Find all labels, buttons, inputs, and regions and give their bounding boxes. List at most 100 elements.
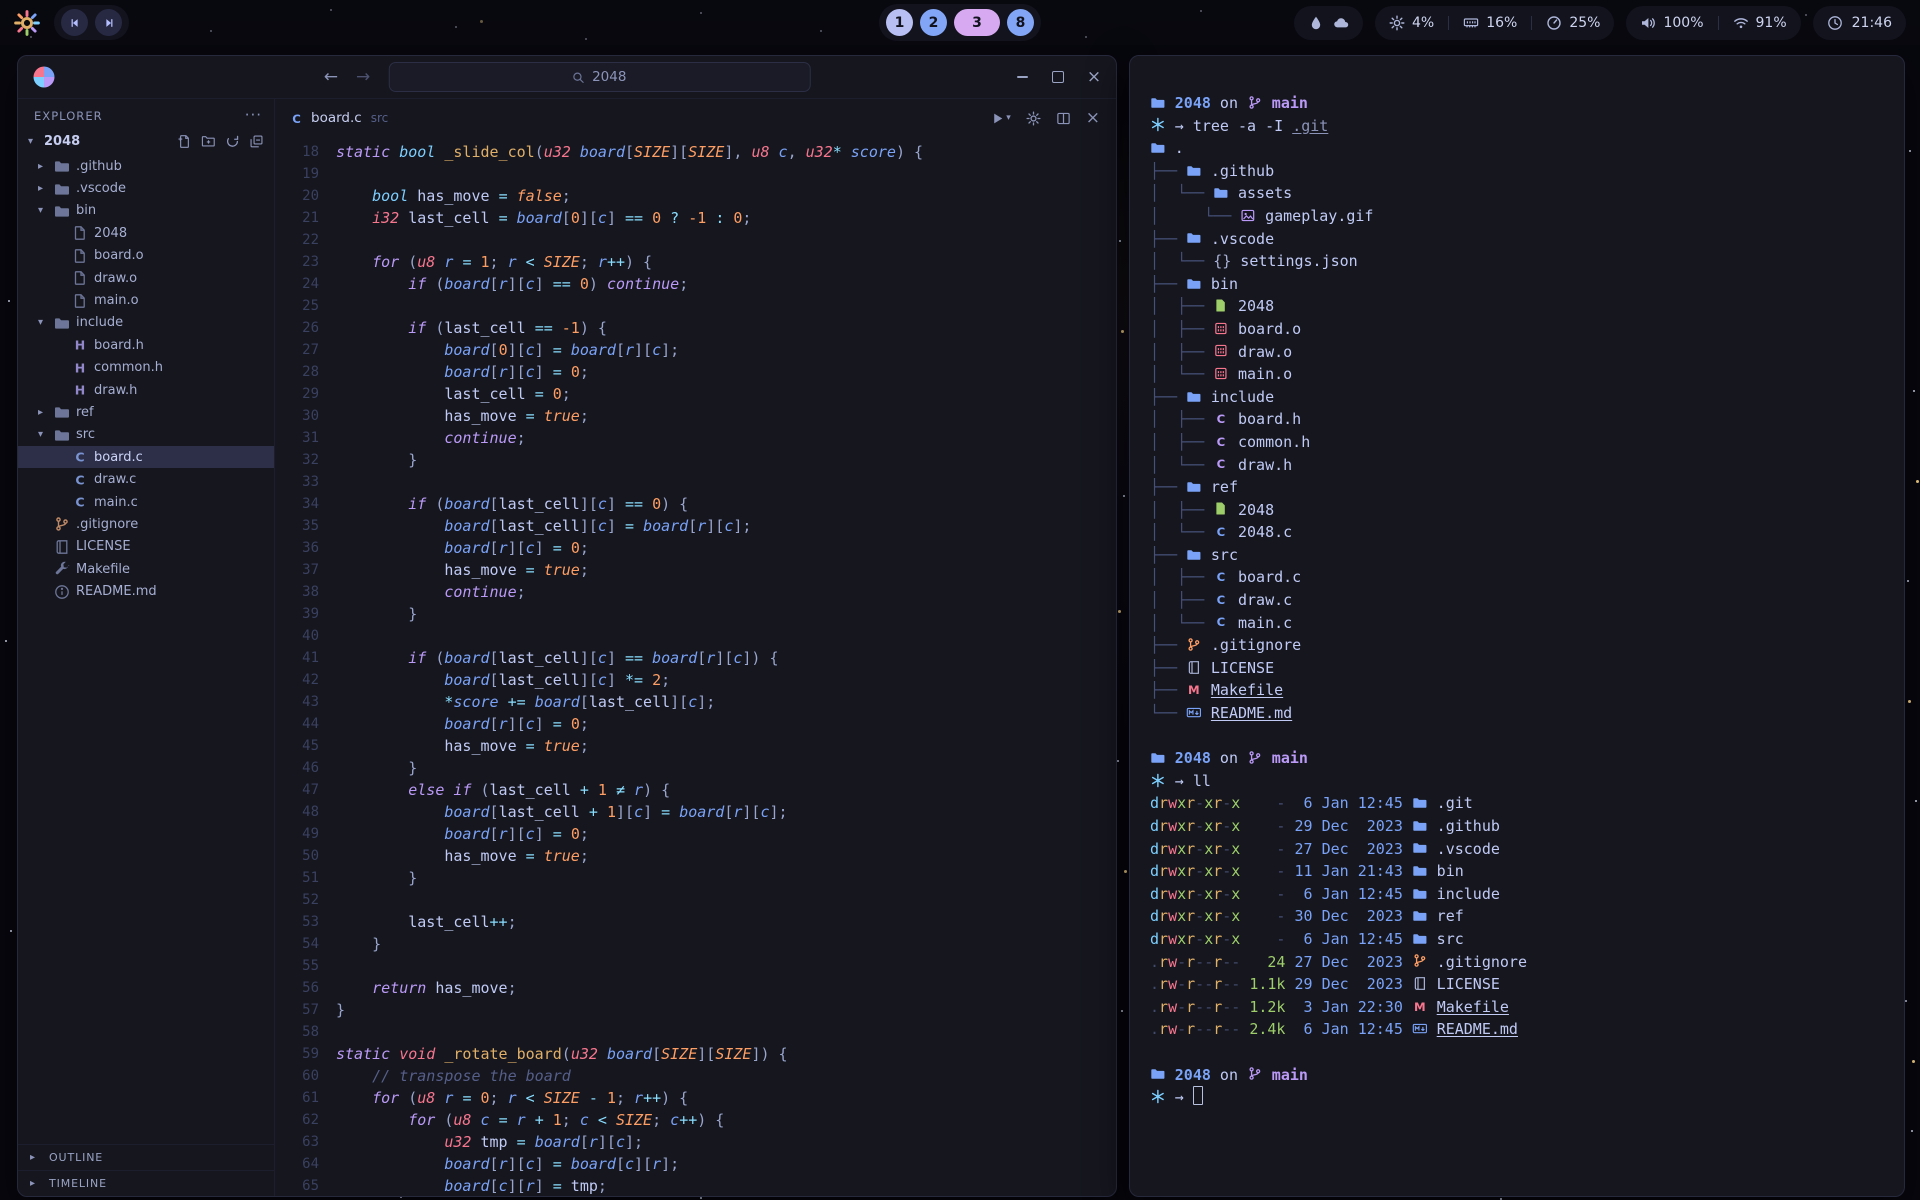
terminal-line xyxy=(1150,725,1888,748)
collapse-folders-button[interactable] xyxy=(249,134,264,149)
command-search-box[interactable]: 2048 xyxy=(388,62,810,92)
vscode-window: ← → 2048 × EXPLORER ··· ▾ xyxy=(17,55,1117,1197)
svg-text:C: C xyxy=(292,111,301,125)
workspace-8[interactable]: 8 xyxy=(1007,9,1034,36)
workspace-3[interactable]: 3 xyxy=(954,9,1000,36)
code-text: board[c][r] = tmp; xyxy=(336,1175,607,1196)
code-text: continue; xyxy=(336,427,526,449)
media-next-button[interactable] xyxy=(95,9,122,36)
line-number: 32 xyxy=(275,449,336,471)
tree-item-bin[interactable]: ▾bin xyxy=(18,200,274,222)
line-number: 49 xyxy=(275,823,336,845)
code-line: 18static bool _slide_col(u32 board[SIZE]… xyxy=(275,141,1116,163)
code-text: board[0][c] = board[r][c]; xyxy=(336,339,679,361)
line-number: 51 xyxy=(275,867,336,889)
tab-board-c[interactable]: C board.c src xyxy=(289,110,388,126)
make-icon: M xyxy=(1186,682,1202,697)
outline-panel-header[interactable]: ▸OUTLINE xyxy=(18,1144,274,1170)
tree-item-.github[interactable]: ▸.github xyxy=(18,155,274,177)
tree-item-board.h[interactable]: Hboard.h xyxy=(18,334,274,356)
svg-text:C: C xyxy=(1217,570,1226,584)
line-number: 56 xyxy=(275,977,336,999)
terminal-line: │ ├── C draw.c xyxy=(1150,589,1888,612)
skip-prev-icon xyxy=(69,17,81,29)
system-logo-icon[interactable] xyxy=(14,10,40,36)
tree-item-include[interactable]: ▾include xyxy=(18,312,274,334)
weather-widget[interactable] xyxy=(1294,6,1363,40)
ram-icon xyxy=(1463,15,1479,31)
run-button[interactable]: ▾ xyxy=(990,111,1011,126)
terminal-line: │ ├── C board.h xyxy=(1150,408,1888,431)
binary-icon xyxy=(1213,366,1229,381)
terminal-line: │ ├── C common.h xyxy=(1150,431,1888,454)
code-area[interactable]: 18static bool _slide_col(u32 board[SIZE]… xyxy=(275,137,1116,1196)
line-number: 26 xyxy=(275,317,336,339)
code-text: static void _rotate_board(u32 board[SIZE… xyxy=(336,1043,788,1065)
code-text: has_move = true; xyxy=(336,735,589,757)
close-editor-button[interactable]: × xyxy=(1086,110,1100,127)
terminal-line: .rw-r--r-- 2.4k 6 Jan 12:45 README.md xyxy=(1150,1018,1888,1041)
line-number: 62 xyxy=(275,1109,336,1131)
project-root-item[interactable]: ▾ 2048 xyxy=(18,129,274,153)
tree-item-Makefile[interactable]: Makefile xyxy=(18,558,274,580)
tree-item-.gitignore[interactable]: .gitignore xyxy=(18,513,274,535)
fileo-icon xyxy=(72,248,88,264)
tree-item-label: board.c xyxy=(94,450,143,465)
editor-actions: ▾ × xyxy=(990,110,1100,127)
tree-item-draw.h[interactable]: Hdraw.h xyxy=(18,379,274,401)
tree-item-draw.c[interactable]: Cdraw.c xyxy=(18,468,274,490)
close-button[interactable]: × xyxy=(1086,69,1102,85)
vscode-titlebar[interactable]: ← → 2048 × xyxy=(18,56,1116,99)
svg-text:M: M xyxy=(1414,999,1426,1013)
svg-text:H: H xyxy=(75,383,85,398)
gauge-icon xyxy=(1546,15,1562,31)
editor-pane: C board.c src ▾ × 18static bool _slide_c… xyxy=(275,99,1116,1196)
nav-forward-button[interactable]: → xyxy=(356,69,370,86)
stat-value: 25% xyxy=(1569,15,1600,31)
code-line: 55 xyxy=(275,955,1116,977)
tree-item-main.c[interactable]: Cmain.c xyxy=(18,491,274,513)
line-number: 44 xyxy=(275,713,336,735)
nav-back-button[interactable]: ← xyxy=(324,69,338,86)
terminal-line: .rw-r--r-- 24 27 Dec 2023 .gitignore xyxy=(1150,951,1888,974)
tree-item-common.h[interactable]: Hcommon.h xyxy=(18,357,274,379)
tree-item-.vscode[interactable]: ▸.vscode xyxy=(18,177,274,199)
code-line: 54 } xyxy=(275,933,1116,955)
tree-item-LICENSE[interactable]: LICENSE xyxy=(18,536,274,558)
line-number: 43 xyxy=(275,691,336,713)
new-folder-button[interactable] xyxy=(201,134,216,149)
tree-item-board.o[interactable]: board.o xyxy=(18,245,274,267)
line-number: 63 xyxy=(275,1131,336,1153)
terminal-line: 2048 on main xyxy=(1150,92,1888,115)
workspace-1[interactable]: 1 xyxy=(886,9,913,36)
new-file-button[interactable] xyxy=(177,134,192,149)
refresh-explorer-button[interactable] xyxy=(225,134,240,149)
code-text: u32 tmp = board[r][c]; xyxy=(336,1131,643,1153)
code-text: continue; xyxy=(336,581,526,603)
tree-item-draw.o[interactable]: draw.o xyxy=(18,267,274,289)
tree-item-README.md[interactable]: README.md xyxy=(18,580,274,602)
split-editor-button[interactable] xyxy=(1056,111,1071,126)
cloud-icon xyxy=(1333,15,1349,31)
workspace-2[interactable]: 2 xyxy=(920,9,947,36)
minimize-button[interactable] xyxy=(1014,69,1030,85)
outline-label: OUTLINE xyxy=(49,1151,103,1164)
explorer-more-button[interactable]: ··· xyxy=(245,112,262,120)
editor-settings-button[interactable] xyxy=(1026,111,1041,126)
tree-item-main.o[interactable]: main.o xyxy=(18,289,274,311)
media-prev-button[interactable] xyxy=(61,9,88,36)
terminal-window[interactable]: 2048 on main → tree -a -I .git .├── .git… xyxy=(1129,55,1905,1197)
maximize-button[interactable] xyxy=(1050,69,1066,85)
svg-text:C: C xyxy=(75,472,84,487)
tree-item-2048[interactable]: 2048 xyxy=(18,222,274,244)
tree-item-src[interactable]: ▾src xyxy=(18,424,274,446)
timeline-panel-header[interactable]: ▸TIMELINE xyxy=(18,1170,274,1196)
line-number: 33 xyxy=(275,471,336,493)
tree-item-ref[interactable]: ▸ref xyxy=(18,401,274,423)
code-line: 19 xyxy=(275,163,1116,185)
explorer-sidebar: EXPLORER ··· ▾ 2048 ▸.github▸.vscode▾bin… xyxy=(18,99,275,1196)
line-number: 64 xyxy=(275,1153,336,1175)
folder-icon xyxy=(1412,931,1428,946)
tree-item-board.c[interactable]: Cboard.c xyxy=(18,446,274,468)
terminal-line: │ ├── 2048 xyxy=(1150,295,1888,318)
